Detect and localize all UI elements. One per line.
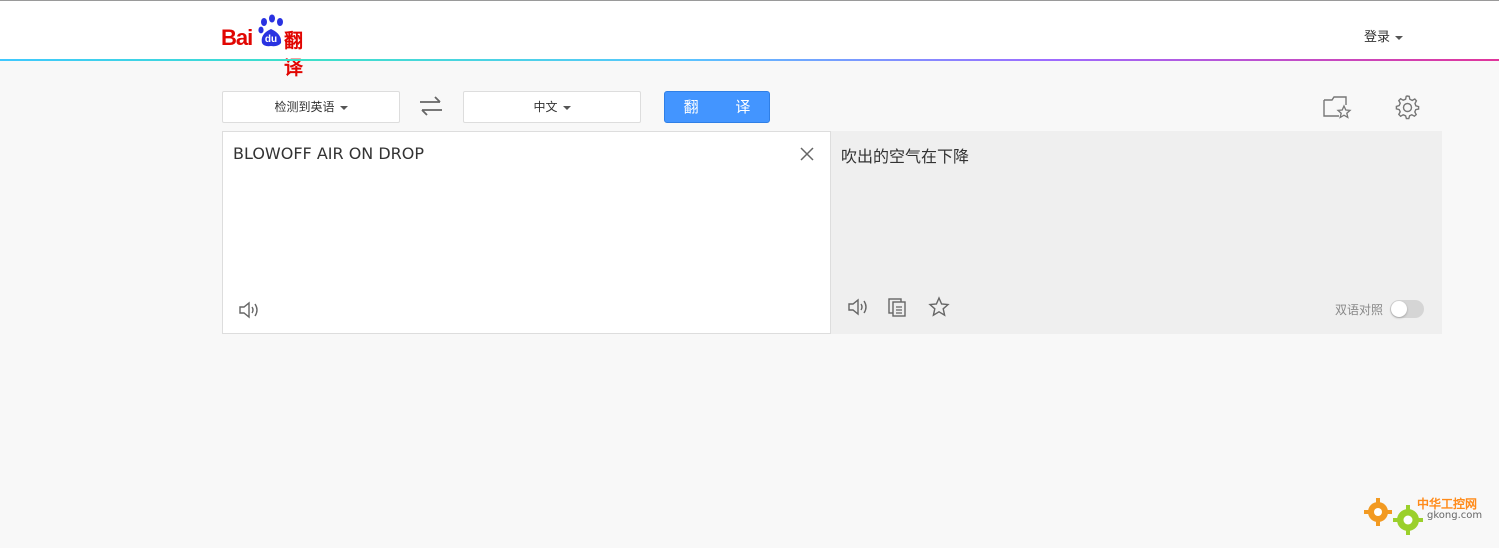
logo-bai-text: Bai: [221, 25, 253, 50]
target-language-label: 中文: [533, 100, 558, 114]
chevron-down-icon: [562, 105, 571, 110]
folder-star-icon[interactable]: [1322, 94, 1352, 120]
source-language-label: 检测到英语: [274, 100, 335, 114]
chevron-down-icon: [339, 105, 348, 110]
paw-logo-icon: du: [258, 14, 283, 47]
bilingual-toggle[interactable]: [1390, 300, 1424, 318]
translation-output-panel: 吹出的空气在下降 双语对照: [831, 131, 1442, 334]
star-icon[interactable]: [928, 296, 950, 318]
toggle-knob: [1391, 301, 1407, 317]
target-language-select[interactable]: 中文: [463, 91, 641, 123]
bilingual-label: 双语对照: [1335, 303, 1384, 317]
source-text-panel[interactable]: BLOWOFF AIR ON DROP: [222, 131, 831, 334]
chevron-down-icon: [1395, 35, 1404, 40]
gear-icon[interactable]: [1394, 94, 1420, 120]
source-text-input[interactable]: BLOWOFF AIR ON DROP: [233, 144, 424, 163]
swap-icon[interactable]: [418, 94, 444, 118]
gkong-watermark: 中华工控网 gkong.com: [1360, 490, 1490, 540]
translate-button[interactable]: 翻 译: [664, 91, 770, 123]
watermark-domain: gkong.com: [1427, 510, 1483, 521]
source-language-select[interactable]: 检测到英语: [222, 91, 400, 123]
close-icon[interactable]: [799, 146, 815, 162]
header-gradient-bar: [0, 59, 1499, 61]
logo-du-text: du: [265, 34, 277, 45]
logo-fanyi-text: 翻译: [284, 30, 304, 79]
translation-output-text: 吹出的空气在下降: [841, 147, 970, 166]
copy-icon[interactable]: [886, 296, 908, 318]
login-menu[interactable]: 登录: [1364, 26, 1404, 45]
speaker-icon[interactable]: [846, 296, 870, 318]
speaker-icon[interactable]: [237, 299, 261, 321]
header: Bai du 翻译 登录: [0, 1, 1499, 79]
login-label: 登录: [1364, 30, 1391, 45]
